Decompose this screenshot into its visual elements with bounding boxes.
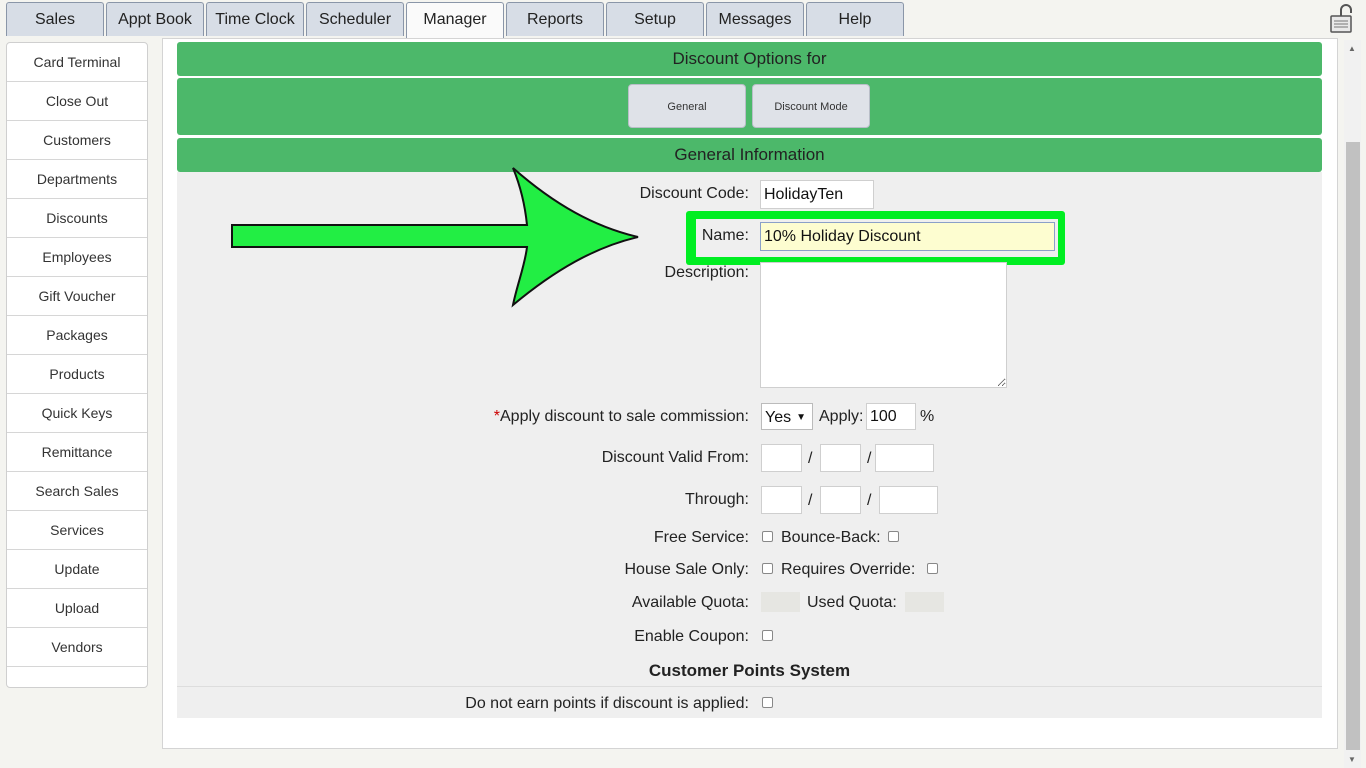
sidebar-item-departments[interactable]: Departments xyxy=(7,160,147,199)
available-quota-label: Available Quota: xyxy=(631,594,749,611)
house-sale-only-checkbox[interactable] xyxy=(762,563,773,574)
valid-from-month[interactable] xyxy=(761,444,802,472)
sidebar-item-card-terminal[interactable]: Card Terminal xyxy=(7,43,147,82)
discount-options-toolbar xyxy=(177,78,1322,135)
scroll-up-icon[interactable]: ▲ xyxy=(1348,44,1356,53)
sidebar-item-remittance[interactable]: Remittance xyxy=(7,433,147,472)
divider xyxy=(177,686,1322,687)
scroll-down-icon[interactable]: ▼ xyxy=(1348,755,1356,764)
no-points-label: Do not earn points if discount is applie… xyxy=(465,695,749,712)
requires-override-checkbox[interactable] xyxy=(927,563,938,574)
valid-from-day[interactable] xyxy=(820,444,861,472)
commission-label: *Apply discount to sale commission: xyxy=(400,408,749,426)
house-sale-only-label: House Sale Only: xyxy=(624,561,749,578)
valid-from-label: Discount Valid From: xyxy=(601,449,749,466)
name-field[interactable] xyxy=(760,222,1055,251)
tab-time-clock[interactable]: Time Clock xyxy=(206,2,304,36)
tab-sales[interactable]: Sales xyxy=(6,2,104,36)
percent-sign: % xyxy=(920,408,935,425)
enable-coupon-label: Enable Coupon: xyxy=(634,628,749,645)
used-quota-value xyxy=(905,592,944,612)
valid-from-year[interactable] xyxy=(875,444,934,472)
sidebar-item-upload[interactable]: Upload xyxy=(7,589,147,628)
through-year[interactable] xyxy=(879,486,938,514)
sidebar-item-search-sales[interactable]: Search Sales xyxy=(7,472,147,511)
free-service-checkbox[interactable] xyxy=(762,531,773,542)
sidebar-item-gift-voucher[interactable]: Gift Voucher xyxy=(7,277,147,316)
no-points-checkbox[interactable] xyxy=(762,697,773,708)
tab-messages[interactable]: Messages xyxy=(706,2,804,36)
bounce-back-checkbox[interactable] xyxy=(888,531,899,542)
requires-override-label: Requires Override: xyxy=(781,561,916,578)
tab-help[interactable]: Help xyxy=(806,2,904,36)
commission-label-text: Apply discount to sale commission: xyxy=(500,408,749,425)
used-quota-label: Used Quota: xyxy=(807,594,897,611)
name-label: Name: xyxy=(701,227,749,244)
triangle-down-icon: ▼ xyxy=(796,412,806,423)
sidebar-item-packages[interactable]: Packages xyxy=(7,316,147,355)
sidebar-item-services[interactable]: Services xyxy=(7,511,147,550)
date-separator: / xyxy=(867,492,872,509)
tab-reports[interactable]: Reports xyxy=(506,2,604,36)
sidebar-item-close-out[interactable]: Close Out xyxy=(7,82,147,121)
date-separator: / xyxy=(808,492,813,509)
bounce-back-label: Bounce-Back: xyxy=(781,529,881,546)
description-field[interactable] xyxy=(760,262,1007,388)
tab-manager[interactable]: Manager xyxy=(406,2,504,38)
sidebar-item-discounts[interactable]: Discounts xyxy=(7,199,147,238)
apply-label: Apply: xyxy=(819,408,864,425)
customer-points-title: Customer Points System xyxy=(648,661,851,680)
through-label: Through: xyxy=(684,491,749,508)
sidebar-item-quick-keys[interactable]: Quick Keys xyxy=(7,394,147,433)
date-separator: / xyxy=(808,450,813,467)
commission-select-value: Yes xyxy=(765,409,792,426)
scrollbar-thumb[interactable] xyxy=(1346,142,1360,750)
through-month[interactable] xyxy=(761,486,802,514)
date-separator: / xyxy=(867,450,872,467)
tab-scheduler[interactable]: Scheduler xyxy=(306,2,404,36)
tab-setup[interactable]: Setup xyxy=(606,2,704,36)
manager-sidebar: Card Terminal Close Out Customers Depart… xyxy=(6,42,148,688)
sidebar-item-products[interactable]: Products xyxy=(7,355,147,394)
lock-icon[interactable] xyxy=(1327,4,1357,34)
sidebar-item-vendors[interactable]: Vendors xyxy=(7,628,147,667)
available-quota-value xyxy=(761,592,800,612)
discount-options-header: Discount Options for xyxy=(177,42,1322,76)
discount-mode-button[interactable]: Discount Mode xyxy=(752,84,870,128)
free-service-label: Free Service: xyxy=(653,529,749,546)
commission-select[interactable]: Yes ▼ xyxy=(761,403,813,430)
main-nav: Sales Appt Book Time Clock Scheduler Man… xyxy=(0,0,1366,40)
enable-coupon-checkbox[interactable] xyxy=(762,630,773,641)
sidebar-item-customers[interactable]: Customers xyxy=(7,121,147,160)
discount-code-field[interactable] xyxy=(760,180,874,209)
tab-appt-book[interactable]: Appt Book xyxy=(106,2,204,36)
apply-percent-field[interactable] xyxy=(866,403,916,430)
arrow-annotation xyxy=(231,167,639,308)
through-day[interactable] xyxy=(820,486,861,514)
general-button[interactable]: General xyxy=(628,84,746,128)
sidebar-item-employees[interactable]: Employees xyxy=(7,238,147,277)
sidebar-item-update[interactable]: Update xyxy=(7,550,147,589)
